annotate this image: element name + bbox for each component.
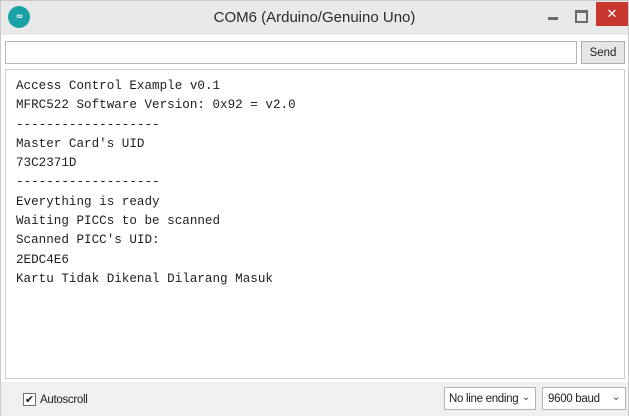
autoscroll-toggle[interactable]: ✔ Autoscroll xyxy=(23,391,88,408)
autoscroll-checkbox[interactable]: ✔ xyxy=(23,393,36,406)
output-line: MFRC522 Software Version: 0x92 = v2.0 xyxy=(16,98,296,113)
output-line: Waiting PICCs to be scanned xyxy=(16,214,221,229)
close-button[interactable]: ✕ xyxy=(596,2,628,26)
minimize-icon xyxy=(548,16,558,20)
minimize-button[interactable] xyxy=(539,3,567,29)
output-line: 2EDC4E6 xyxy=(16,252,69,267)
autoscroll-label: Autoscroll xyxy=(40,393,88,406)
chevron-down-icon: ⌄ xyxy=(521,392,530,403)
output-line: ------------------- xyxy=(16,175,160,190)
window-title: COM6 (Arduino/Genuino Uno) xyxy=(213,9,416,26)
chevron-down-icon: ⌄ xyxy=(611,392,620,403)
close-icon: ✕ xyxy=(606,6,618,22)
output-line: Access Control Example v0.1 xyxy=(16,79,221,93)
output-line: 73C2371D xyxy=(16,156,77,171)
output-line: ------------------- xyxy=(16,117,160,132)
maximize-icon xyxy=(574,9,588,23)
serial-output-area[interactable]: Access Control Example v0.1 MFRC522 Soft… xyxy=(5,69,625,379)
maximize-button[interactable] xyxy=(567,3,595,29)
output-line: Kartu Tidak Dikenal Dilarang Masuk xyxy=(16,271,273,286)
output-line: Scanned PICC's UID: xyxy=(16,233,160,248)
baud-rate-select[interactable]: 9600 baud ⌄ xyxy=(542,387,626,410)
line-ending-select[interactable]: No line ending ⌄ xyxy=(444,387,536,410)
output-line: Master Card's UID xyxy=(16,136,145,151)
checkmark-icon: ✔ xyxy=(24,393,35,406)
baud-rate-value: 9600 baud xyxy=(548,392,600,405)
serial-send-input[interactable] xyxy=(5,41,577,64)
line-ending-value: No line ending xyxy=(449,392,519,405)
bottom-bar: ✔ Autoscroll No line ending ⌄ 9600 baud … xyxy=(1,382,628,416)
send-button[interactable]: Send xyxy=(581,41,625,64)
output-line: Everything is ready xyxy=(16,194,160,209)
title-bar[interactable]: ∞ COM6 (Arduino/Genuino Uno) ✕ xyxy=(1,1,628,35)
serial-monitor-window: ∞ COM6 (Arduino/Genuino Uno) ✕ Send Acce… xyxy=(0,0,629,416)
